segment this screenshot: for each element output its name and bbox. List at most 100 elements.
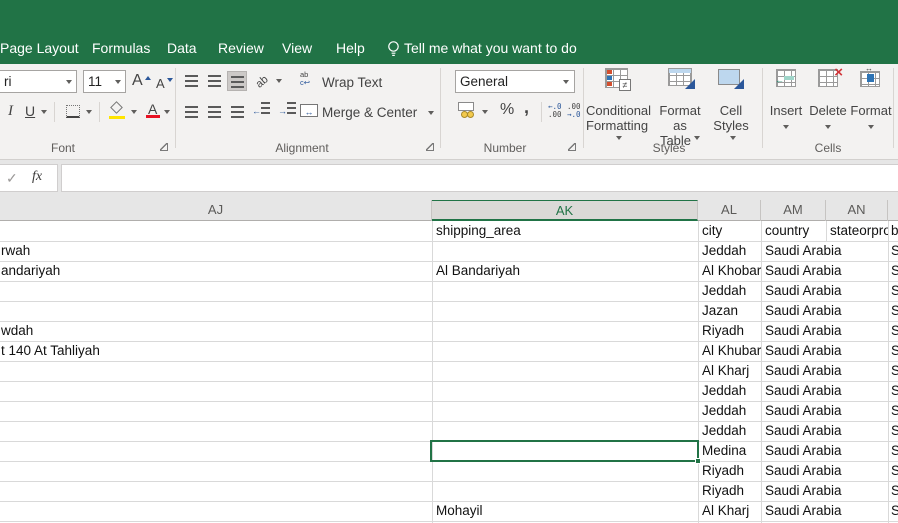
cell-aj[interactable] [1, 401, 431, 421]
cell-country[interactable]: Saudi Arabia [765, 281, 842, 301]
cell-city[interactable]: Jeddah [702, 281, 746, 301]
cell-ak[interactable] [436, 381, 696, 401]
align-center-button[interactable] [204, 102, 224, 122]
chevron-down-icon[interactable] [66, 80, 72, 87]
cell-ak[interactable] [436, 361, 696, 381]
cell-next[interactable]: S [891, 461, 898, 481]
number-format-combo[interactable]: General [455, 70, 575, 93]
cell-city[interactable]: Riyadh [702, 321, 744, 341]
tab-page-layout[interactable]: Page Layout [0, 33, 79, 64]
cell-aj[interactable] [1, 361, 431, 381]
cell-next[interactable]: S [891, 261, 898, 281]
cell-city[interactable]: Jeddah [702, 241, 746, 261]
align-right-button[interactable] [227, 102, 247, 122]
underline-button[interactable]: U [25, 103, 35, 119]
cell-city[interactable]: Jeddah [702, 381, 746, 401]
chevron-down-icon[interactable] [428, 111, 434, 118]
cell-city[interactable]: Medina [702, 441, 746, 461]
cell-country[interactable]: Saudi Arabia [765, 421, 842, 441]
cell-country[interactable]: Saudi Arabia [765, 241, 842, 261]
cell-ak[interactable] [436, 301, 696, 321]
tab-data[interactable]: Data [167, 33, 197, 64]
cell-city[interactable]: Al Khubar [702, 341, 761, 361]
cell-aj[interactable] [1, 501, 431, 521]
cell-header-stateorprovince[interactable]: stateorprovince [830, 221, 888, 241]
cell-ak[interactable]: Al Bandariyah [436, 261, 696, 281]
grow-font-button[interactable]: A [132, 73, 143, 89]
cell-next[interactable]: S [891, 481, 898, 501]
font-name-combo[interactable]: ri [0, 70, 77, 93]
chevron-down-icon[interactable] [164, 110, 170, 117]
font-size-combo[interactable]: 11 [83, 70, 126, 93]
cell-next[interactable]: S [891, 381, 898, 401]
cell-ak[interactable] [436, 241, 696, 261]
align-bottom-button[interactable] [227, 71, 247, 91]
cell-country[interactable]: Saudi Arabia [765, 461, 842, 481]
cell-aj[interactable] [1, 421, 431, 441]
cell-country[interactable]: Saudi Arabia [765, 401, 842, 421]
align-left-button[interactable] [181, 102, 201, 122]
cell-country[interactable]: Saudi Arabia [765, 381, 842, 401]
cell-next[interactable]: S [891, 341, 898, 361]
tab-view[interactable]: View [282, 33, 312, 64]
chevron-down-icon[interactable] [482, 110, 488, 117]
insert-function-icon[interactable]: fx [32, 169, 42, 185]
tell-me-box[interactable]: Tell me what you want to do [404, 33, 577, 64]
chevron-down-icon[interactable] [131, 110, 137, 117]
tab-help[interactable]: Help [336, 33, 365, 64]
cell-next[interactable]: S [891, 361, 898, 381]
cell-aj[interactable] [1, 281, 431, 301]
font-color-button[interactable]: A [146, 101, 162, 119]
fill-color-button[interactable] [109, 102, 127, 119]
cell-aj[interactable] [1, 481, 431, 501]
cell-city[interactable]: Jeddah [702, 401, 746, 421]
tab-review[interactable]: Review [218, 33, 264, 64]
cell-next[interactable]: S [891, 441, 898, 461]
cell-aj[interactable]: wdah [1, 321, 431, 341]
column-header-aj[interactable]: AJ [0, 200, 432, 221]
cell-country[interactable]: Saudi Arabia [765, 261, 842, 281]
accounting-format-button[interactable] [458, 102, 477, 118]
chevron-down-icon[interactable] [115, 80, 121, 87]
cell-next[interactable]: S [891, 321, 898, 341]
cell-next[interactable]: S [891, 421, 898, 441]
decrease-decimal-button[interactable]: .00→.0 [567, 103, 581, 119]
chevron-down-icon[interactable] [563, 80, 569, 87]
enter-check-icon[interactable]: ✓ [6, 170, 18, 187]
align-middle-button[interactable] [204, 71, 224, 91]
cell-city[interactable]: Riyadh [702, 461, 744, 481]
font-dialog-launcher[interactable] [160, 143, 168, 151]
align-top-button[interactable] [181, 71, 201, 91]
cell-city[interactable]: Al Khobar [702, 261, 761, 281]
cell-country[interactable]: Saudi Arabia [765, 361, 842, 381]
cell-city[interactable]: Jeddah [702, 421, 746, 441]
cell-country[interactable]: Saudi Arabia [765, 481, 842, 501]
cell-country[interactable]: Saudi Arabia [765, 321, 842, 341]
italic-button[interactable]: I [8, 103, 13, 119]
comma-style-button[interactable]: , [524, 99, 529, 115]
increase-indent-button[interactable]: → [278, 102, 296, 117]
cell-next[interactable]: S [891, 401, 898, 421]
orientation-button[interactable]: ab [252, 72, 272, 92]
fill-handle[interactable] [695, 458, 701, 464]
column-header-al[interactable]: AL [698, 200, 761, 221]
cell-ak[interactable]: Mohayil [436, 501, 696, 521]
cell-header-shipping-area[interactable]: shipping_area [436, 221, 521, 241]
cell-country[interactable]: Saudi Arabia [765, 501, 842, 521]
cell-ak[interactable] [436, 421, 696, 441]
cell-ak[interactable] [436, 341, 696, 361]
cell-ak[interactable] [436, 481, 696, 501]
cell-header-country[interactable]: country [765, 221, 809, 241]
alignment-dialog-launcher[interactable] [426, 143, 434, 151]
column-header-ak[interactable]: AK [432, 200, 698, 221]
cell-country[interactable]: Saudi Arabia [765, 441, 842, 461]
cell-aj[interactable] [1, 381, 431, 401]
column-header-am[interactable]: AM [761, 200, 826, 221]
cell-aj[interactable]: andariyah [1, 261, 431, 281]
cell-next[interactable]: S [891, 241, 898, 261]
cell-city[interactable]: Riyadh [702, 481, 744, 501]
cell-aj[interactable] [1, 441, 431, 461]
shrink-font-button[interactable]: A [156, 76, 165, 92]
cell-next[interactable]: S [891, 301, 898, 321]
cell-country[interactable]: Saudi Arabia [765, 341, 842, 361]
